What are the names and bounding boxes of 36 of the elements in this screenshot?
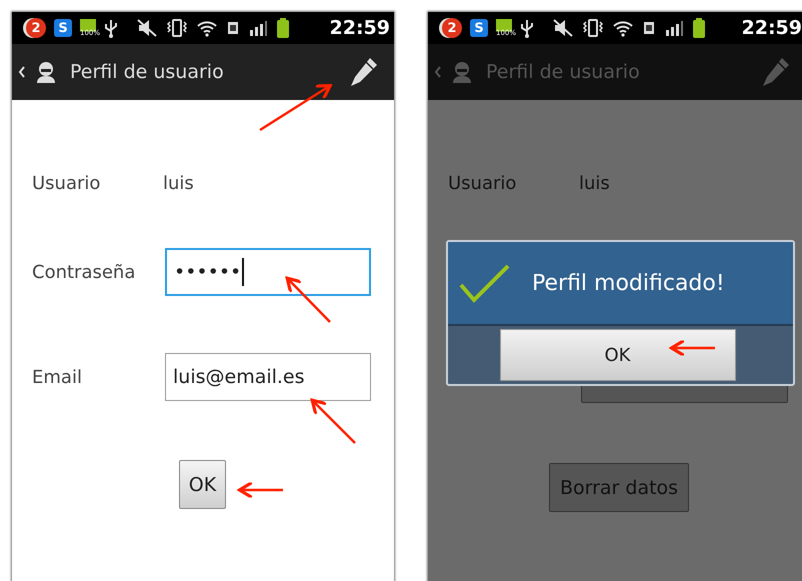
mute-icon (552, 18, 574, 38)
annotation-arrow (238, 480, 283, 500)
vibrate-icon (166, 18, 188, 38)
annotation-arrow (670, 338, 715, 358)
field-label: Contraseña (32, 262, 136, 282)
dialog-ok-button[interactable]: OK (500, 329, 736, 381)
clock: 22:59 (330, 17, 390, 39)
screen-title: Perfil de usuario (486, 61, 640, 83)
input-field[interactable]: luis@email.es (165, 353, 371, 401)
battery-icon (276, 17, 290, 39)
signal-icon (664, 18, 684, 38)
clock: 22:59 (742, 17, 802, 39)
ok-button[interactable]: OK (179, 460, 226, 509)
mute-icon (136, 18, 158, 38)
screen-title: Perfil de usuario (70, 61, 224, 83)
field-label: Usuario (32, 172, 102, 194)
field-label: Email (32, 366, 83, 388)
notification-badge: 2 (442, 18, 462, 38)
checkmark-icon (458, 263, 510, 303)
battery-icon (692, 17, 706, 39)
usb-icon (104, 18, 118, 38)
signal-icon (248, 18, 268, 38)
notification-badge: 2 (26, 18, 46, 38)
usb-icon (520, 18, 534, 38)
user-icon (34, 60, 58, 84)
field-value: luis (163, 172, 194, 194)
app-icon: S (54, 19, 72, 37)
annotation-arrow (310, 398, 356, 444)
user-icon (450, 60, 474, 84)
annotation-arrow (286, 276, 331, 323)
app-icon: S (470, 19, 488, 37)
field-label: Usuario (448, 172, 518, 194)
dialog-message: Perfil modificado! (532, 270, 725, 296)
vibrate-icon (582, 18, 604, 38)
field-value: luis (579, 172, 610, 194)
input-field[interactable]: •••••• (165, 248, 371, 296)
